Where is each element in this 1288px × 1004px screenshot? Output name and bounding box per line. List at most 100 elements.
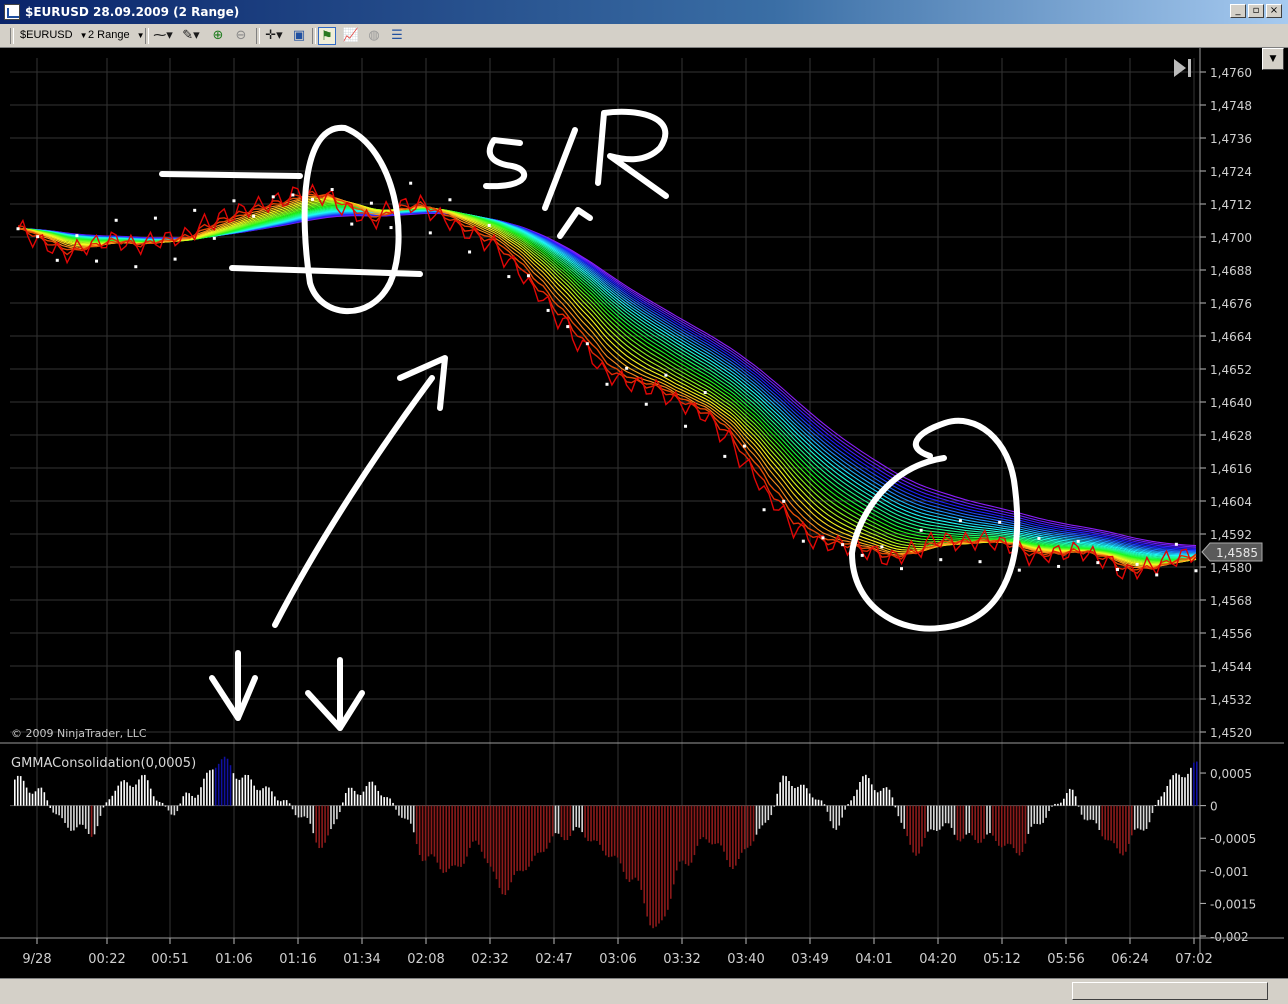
- y-tick-label: 1,4748: [1210, 99, 1252, 113]
- indicator-bar: [616, 805, 619, 858]
- indicator-bar: [342, 802, 344, 806]
- indicator-bar: [1074, 796, 1077, 806]
- indicator-bar: [670, 805, 672, 899]
- x-tick-label: 00:22: [88, 952, 125, 967]
- indicator-bar: [646, 805, 648, 917]
- minimize-button[interactable]: _: [1230, 4, 1246, 18]
- price-dot: [114, 218, 118, 222]
- close-button[interactable]: ×: [1266, 4, 1282, 18]
- indicator-bar: [678, 805, 681, 862]
- indicator-bar: [108, 799, 111, 806]
- instrument-selector[interactable]: $EURUSD ▼: [20, 27, 88, 44]
- period-selector[interactable]: 2 Range ▼: [88, 27, 145, 44]
- indicator-bar: [764, 805, 767, 823]
- scrollbar-thumb[interactable]: [1072, 982, 1268, 1000]
- zoom-out-icon[interactable]: ⊖: [232, 27, 250, 45]
- properties-icon[interactable]: ▣: [290, 27, 308, 45]
- indicator-bar: [876, 792, 879, 806]
- indicator-bar: [1184, 777, 1186, 806]
- indicator-y-tick: -0,0015: [1210, 897, 1256, 911]
- indicator-bar: [637, 805, 640, 881]
- x-tick-label: 05:12: [983, 952, 1020, 967]
- price-dot: [75, 234, 79, 238]
- indicator-bar: [714, 805, 716, 844]
- panel-scroll-button[interactable]: ▼: [1262, 48, 1284, 70]
- indicator-bar: [37, 788, 40, 806]
- indicator-bar: [773, 805, 776, 807]
- indicator-bar: [909, 805, 911, 845]
- price-dot: [428, 231, 432, 235]
- indicator-bar: [427, 805, 430, 857]
- indicator-bar: [1098, 805, 1101, 830]
- indicator-bar: [537, 805, 539, 853]
- indicator-bar: [569, 805, 572, 837]
- indicator-bar: [262, 788, 264, 806]
- strategy-icon[interactable]: ⚑: [318, 27, 336, 45]
- indicator-bar: [271, 791, 273, 806]
- indicator-bar: [655, 805, 657, 927]
- indicator-bar: [755, 805, 758, 835]
- toolbar-separator: [312, 28, 316, 44]
- restore-button[interactable]: ▫: [1248, 4, 1264, 18]
- indicator-bar: [971, 805, 974, 836]
- indicator-bar: [761, 805, 764, 826]
- indicator-bar: [315, 805, 318, 843]
- indicator-bar: [480, 805, 483, 852]
- indicator-bar: [672, 805, 675, 885]
- indicator-bar: [602, 805, 604, 851]
- indicator-bar: [244, 774, 247, 806]
- indicator-bar: [67, 805, 69, 828]
- crosshair-icon[interactable]: ✛▾: [262, 27, 286, 45]
- indicator-bar: [912, 805, 914, 853]
- indicator-bar: [643, 805, 646, 904]
- indicator-bar: [1054, 803, 1056, 806]
- indicator-bar: [297, 805, 300, 818]
- drawing-tool-icon[interactable]: ✎▾: [178, 27, 204, 45]
- indicator-bar: [120, 781, 122, 806]
- indicator-bar: [415, 805, 418, 845]
- indicator-bar: [350, 787, 353, 806]
- toolbar-separator: [145, 28, 149, 44]
- horizontal-scrollbar[interactable]: [0, 978, 1288, 1004]
- window-title: $EURUSD 28.09.2009 (2 Range): [25, 5, 240, 19]
- indicator-bar: [962, 805, 965, 839]
- indicator-bar: [152, 796, 155, 806]
- indicator-icon[interactable]: 📈: [342, 27, 360, 45]
- indicator-bar: [575, 805, 578, 827]
- price-dot: [95, 259, 99, 263]
- indicator-bar: [1042, 805, 1044, 823]
- indicator-bar: [1196, 761, 1198, 806]
- indicator-bar: [560, 805, 563, 838]
- indicator-bar: [525, 805, 527, 871]
- price-dot: [271, 195, 275, 199]
- indicator-bar: [1119, 805, 1121, 854]
- chevron-down-icon: ▼: [136, 31, 145, 40]
- chart-style-icon[interactable]: ⁓▾: [150, 27, 176, 45]
- indicator-bar: [211, 769, 214, 806]
- indicator-bar: [501, 805, 504, 895]
- indicator-bar: [377, 790, 380, 806]
- y-tick-label: 1,4700: [1210, 231, 1252, 245]
- indicator-bar: [847, 804, 849, 806]
- price-dot: [350, 222, 354, 226]
- indicator-bar: [587, 805, 589, 842]
- price-dot: [566, 325, 570, 329]
- zoom-in-icon[interactable]: ⊕: [209, 27, 227, 45]
- indicator-bar: [935, 805, 938, 831]
- indicator-bar: [300, 805, 303, 818]
- indicator-bar: [823, 804, 826, 806]
- price-dot: [153, 216, 157, 220]
- indicator-bar: [805, 788, 808, 806]
- price-dot: [311, 197, 314, 201]
- indicator-bar: [1130, 805, 1133, 836]
- indicator-bar: [498, 805, 501, 888]
- indicator-bar: [968, 805, 971, 834]
- indicator-bar: [232, 773, 235, 806]
- indicator-bar: [865, 774, 867, 806]
- data-box-icon[interactable]: ◍: [365, 27, 383, 45]
- chart-panel[interactable]: 1,4760 1,4748 1,4736 1,4724 1,4712 1,4700 1,46…: [0, 48, 1288, 978]
- list-icon[interactable]: ☰: [388, 27, 406, 45]
- indicator-bar: [581, 805, 583, 833]
- indicator-bar: [492, 805, 495, 872]
- indicator-bar: [407, 805, 409, 820]
